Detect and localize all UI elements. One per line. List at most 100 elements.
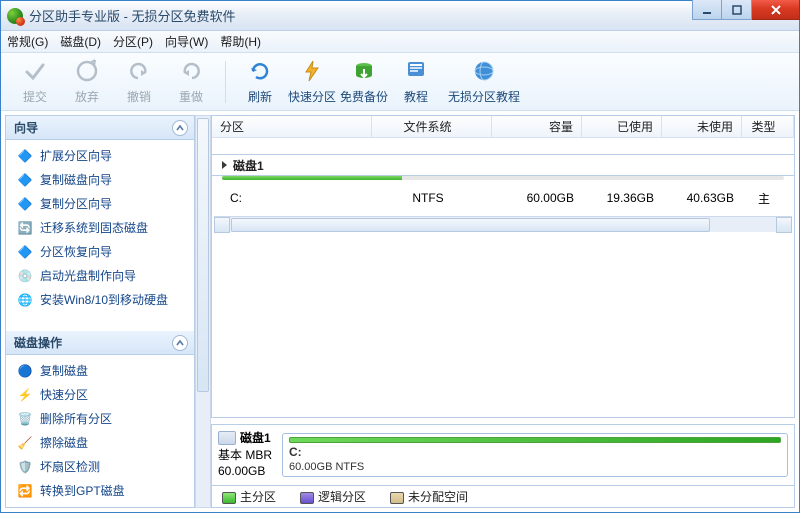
legend-unalloc: 未分配空间 <box>390 488 468 505</box>
th-fs[interactable]: 文件系统 <box>372 116 492 137</box>
disk-map-size: 60.00GB <box>218 463 272 480</box>
sidebar-item-win-to-go[interactable]: 🌐安装Win8/10到移动硬盘 <box>6 288 194 312</box>
tutorial-button[interactable]: 教程 <box>390 58 442 105</box>
disk-map: 磁盘1 基本 MBR 60.00GB C: 60.00GB NTFS <box>211 424 795 486</box>
sidebar-item-quick-partition[interactable]: ⚡快速分区 <box>6 383 194 407</box>
th-used[interactable]: 已使用 <box>582 116 662 137</box>
partition-sublabel: 60.00GB NTFS <box>289 461 781 473</box>
th-free[interactable]: 未使用 <box>662 116 742 137</box>
copy-icon: 🔵 <box>16 362 34 380</box>
menu-disk[interactable]: 磁盘(D) <box>60 33 101 50</box>
menu-help[interactable]: 帮助(H) <box>220 33 261 50</box>
minimize-icon <box>702 5 712 15</box>
disk-map-name: 磁盘1 <box>240 430 271 447</box>
app-window: 分区助手专业版 - 无损分区免费软件 常规(G) 磁盘(D) 分区(P) 向导(… <box>0 0 800 513</box>
panel-gap <box>6 316 194 332</box>
redo-button[interactable]: 重做 <box>165 58 217 105</box>
backup-button[interactable]: 免费备份 <box>338 58 390 105</box>
toolbar: 提交 放弃 撤销 重做 刷新 快速分区 免费备份 教程 <box>1 53 799 111</box>
menu-general[interactable]: 常规(G) <box>7 33 48 50</box>
erase-icon: 🧹 <box>16 434 34 452</box>
backup-icon <box>351 58 377 84</box>
commit-button[interactable]: 提交 <box>9 58 61 105</box>
partition-label: C: <box>289 445 302 459</box>
sidebar-panels: 向导 🔷扩展分区向导 🔷复制磁盘向导 🔷复制分区向导 🔄迁移系统到固态磁盘 🔷分… <box>5 115 195 508</box>
globe-icon <box>471 58 497 84</box>
sidebar-item-copy-partition-wizard[interactable]: 🔷复制分区向导 <box>6 192 194 216</box>
partition-segment[interactable]: C: 60.00GB NTFS <box>282 433 788 477</box>
diskops-panel-title: 磁盘操作 <box>14 334 62 351</box>
discard-icon <box>74 58 100 84</box>
sidebar-item-recover-partition[interactable]: 🔷分区恢复向导 <box>6 240 194 264</box>
disk-usage-bar <box>222 176 784 180</box>
check-icon <box>22 58 48 84</box>
workspace: 向导 🔷扩展分区向导 🔷复制磁盘向导 🔷复制分区向导 🔄迁移系统到固态磁盘 🔷分… <box>1 111 799 512</box>
sidebar-item-copy-disk-wizard[interactable]: 🔷复制磁盘向导 <box>6 168 194 192</box>
lossless-tutorial-button[interactable]: 无损分区教程 <box>442 58 526 105</box>
th-capacity[interactable]: 容量 <box>492 116 582 137</box>
convert-icon: 🔁 <box>16 482 34 500</box>
sidebar-item-convert-gpt[interactable]: 🔁转换到GPT磁盘 <box>6 479 194 503</box>
refresh-icon <box>247 58 273 84</box>
sidebar-item-extend-partition[interactable]: 🔷扩展分区向导 <box>6 144 194 168</box>
menu-wizard[interactable]: 向导(W) <box>165 33 208 50</box>
partition-table: 分区 文件系统 容量 已使用 未使用 类型 磁盘1 C: NTFS 60.00G <box>211 115 795 418</box>
th-partition[interactable]: 分区 <box>212 116 372 137</box>
scrollbar-thumb[interactable] <box>231 218 710 232</box>
close-button[interactable] <box>752 0 800 20</box>
legend: 主分区 逻辑分区 未分配空间 <box>211 486 795 508</box>
sidebar-item-copy-disk[interactable]: 🔵复制磁盘 <box>6 359 194 383</box>
scroll-left-button[interactable] <box>214 217 230 233</box>
sidebar-item-wipe-disk[interactable]: 🧹擦除磁盘 <box>6 431 194 455</box>
disk-map-meta: 磁盘1 基本 MBR 60.00GB <box>218 430 272 480</box>
disk-map-type: 基本 MBR <box>218 447 272 464</box>
diskops-panel-body: 🔵复制磁盘 ⚡快速分区 🗑️删除所有分区 🧹擦除磁盘 🛡️坏扇区检测 🔁转换到G… <box>6 355 194 507</box>
cd-icon: 💿 <box>16 267 34 285</box>
sidebar-scrollbar[interactable] <box>195 115 211 508</box>
recover-icon: 🔷 <box>16 243 34 261</box>
maximize-button[interactable] <box>722 0 752 20</box>
quick-partition-button[interactable]: 快速分区 <box>286 58 338 105</box>
lightning-icon <box>299 58 325 84</box>
scrollbar-thumb[interactable] <box>197 118 209 392</box>
logical-swatch <box>300 492 314 504</box>
main-column: 分区 文件系统 容量 已使用 未使用 类型 磁盘1 C: NTFS 60.00G <box>211 115 795 508</box>
wizard-panel-body: 🔷扩展分区向导 🔷复制磁盘向导 🔷复制分区向导 🔄迁移系统到固态磁盘 🔷分区恢复… <box>6 140 194 316</box>
chevron-up-icon[interactable] <box>172 120 188 136</box>
sidebar-item-delete-all[interactable]: 🗑️删除所有分区 <box>6 407 194 431</box>
legend-logical: 逻辑分区 <box>300 488 366 505</box>
wizard-icon: 🔷 <box>16 171 34 189</box>
scroll-right-button[interactable] <box>776 217 792 233</box>
globe-icon: 🌐 <box>16 291 34 309</box>
maximize-icon <box>732 5 742 15</box>
sidebar-item-migrate-ssd[interactable]: 🔄迁移系统到固态磁盘 <box>6 216 194 240</box>
menubar: 常规(G) 磁盘(D) 分区(P) 向导(W) 帮助(H) <box>1 31 799 53</box>
discard-button[interactable]: 放弃 <box>61 58 113 105</box>
close-icon <box>770 4 782 16</box>
wizard-panel-header[interactable]: 向导 <box>6 116 194 140</box>
sidebar-item-bad-sector[interactable]: 🛡️坏扇区检测 <box>6 455 194 479</box>
sidebar-item-bootable-cd[interactable]: 💿启动光盘制作向导 <box>6 264 194 288</box>
minimize-button[interactable] <box>692 0 722 20</box>
undo-icon <box>126 58 152 84</box>
delete-icon: 🗑️ <box>16 410 34 428</box>
chevron-up-icon[interactable] <box>172 335 188 351</box>
undo-button[interactable]: 撤销 <box>113 58 165 105</box>
cell-fs: NTFS <box>372 191 492 205</box>
cell-free: 40.63GB <box>662 191 742 205</box>
disk-group-header[interactable]: 磁盘1 <box>212 154 794 176</box>
migrate-icon: 🔄 <box>16 219 34 237</box>
sidebar-column: 向导 🔷扩展分区向导 🔷复制磁盘向导 🔷复制分区向导 🔄迁移系统到固态磁盘 🔷分… <box>1 111 211 512</box>
window-buttons <box>692 0 800 20</box>
legend-primary: 主分区 <box>222 488 276 505</box>
table-hscrollbar[interactable] <box>214 216 792 232</box>
wizard-panel-title: 向导 <box>14 119 38 136</box>
th-type[interactable]: 类型 <box>742 116 794 137</box>
wizard-icon: 🔷 <box>16 195 34 213</box>
menu-partition[interactable]: 分区(P) <box>113 33 153 50</box>
table-row[interactable]: C: NTFS 60.00GB 19.36GB 40.63GB 主 <box>212 186 794 210</box>
refresh-button[interactable]: 刷新 <box>234 58 286 105</box>
diskops-panel-header[interactable]: 磁盘操作 <box>6 331 194 355</box>
redo-icon <box>178 58 204 84</box>
lightning-icon: ⚡ <box>16 386 34 404</box>
